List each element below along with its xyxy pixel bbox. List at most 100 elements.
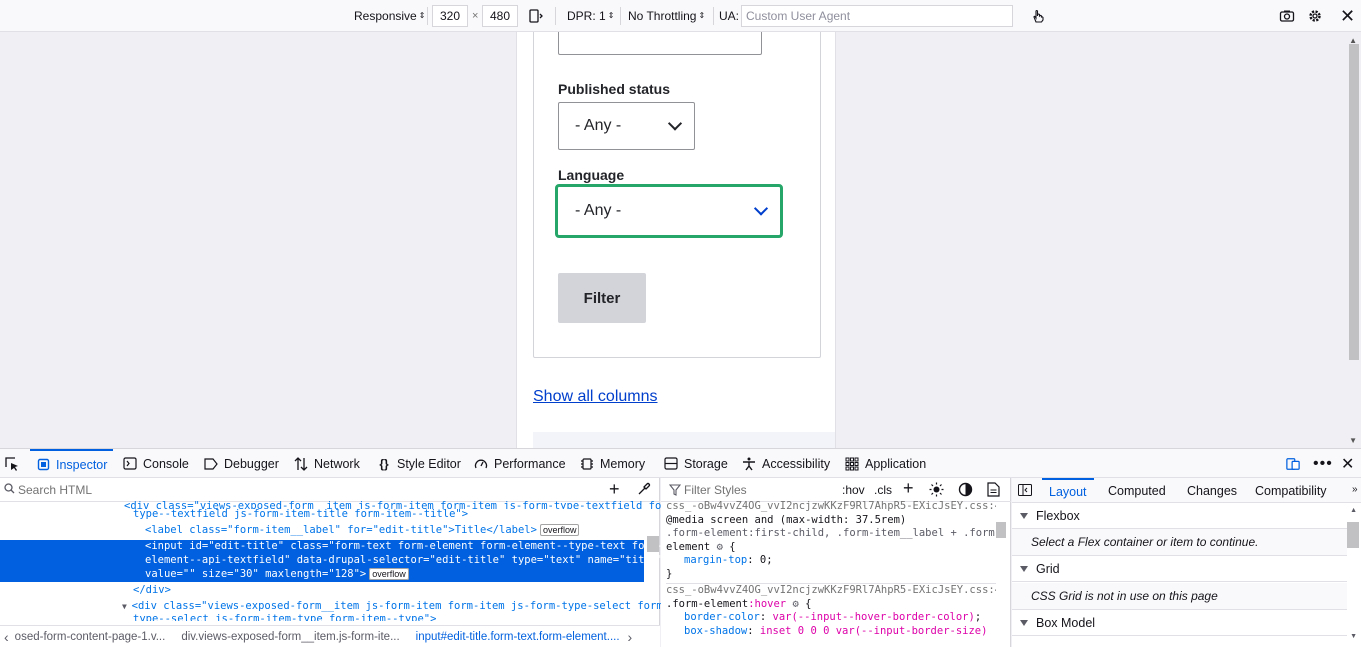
chevron-down-icon [753, 201, 769, 216]
breadcrumb-item[interactable]: osed-form-content-page-1.v... [15, 631, 166, 643]
overflow-badge[interactable]: overflow [539, 524, 580, 536]
tab-memory[interactable]: Memory [580, 449, 645, 478]
breadcrumb-item-current[interactable]: input#edit-title.form-text.form-element.… [416, 631, 620, 643]
close-rdm-button[interactable]: ✕ [1340, 0, 1355, 32]
expand-triangle-icon[interactable]: ▼ [122, 602, 132, 611]
viewport-width-input[interactable]: 320 [432, 5, 468, 27]
filter-styles-input[interactable]: Filter Styles [684, 483, 747, 497]
show-all-columns-link[interactable]: Show all columns [533, 388, 658, 406]
user-agent-input[interactable]: Custom User Agent [741, 5, 1013, 27]
print-media-toggle[interactable] [987, 482, 1000, 500]
plus-icon: + [903, 478, 914, 498]
application-grid-icon [845, 457, 859, 471]
rotate-viewport-button[interactable] [528, 0, 544, 32]
filter-icon [668, 484, 682, 499]
stylesheet-source-link[interactable]: css_-oBw4vvZ4OG_vvI2ncjzwKKzF9Rl7AhpR5-E… [666, 584, 996, 598]
tab-performance[interactable]: Performance [474, 449, 566, 478]
declaration[interactable]: box-shadow: inset 0 0 0 var(--input-bord… [666, 625, 996, 639]
layout-scrollbar[interactable] [1347, 522, 1359, 548]
throttling-selector[interactable]: No Throttling ⇕ [628, 0, 705, 32]
tab-inspector[interactable]: Inspector [30, 449, 114, 478]
more-tabs-icon[interactable]: » [1352, 484, 1358, 495]
tab-debugger[interactable]: Debugger [204, 449, 279, 478]
search-html-input[interactable]: Search HTML [18, 483, 92, 497]
layout-sidebar: Layout Computed Changes Compatibility » … [1012, 478, 1361, 647]
tab-accessibility[interactable]: Accessibility [742, 449, 830, 478]
add-rule-button[interactable]: + [903, 478, 914, 499]
tab-network[interactable]: Network [294, 449, 360, 478]
ua-label: UA: [719, 9, 740, 23]
toggle-sidebar-button[interactable] [1018, 484, 1032, 499]
viewport-height-input[interactable]: 480 [482, 5, 518, 27]
language-select[interactable]: - Any - [555, 184, 783, 238]
scroll-down-icon[interactable]: ▼ [1349, 436, 1357, 445]
light-theme-toggle[interactable] [929, 482, 944, 500]
height-value: 480 [489, 9, 511, 23]
touch-simulation-button[interactable] [1030, 0, 1046, 32]
divider [620, 7, 621, 25]
html-search-bar: Search HTML + [0, 478, 660, 502]
sidebar-tabbar: Layout Computed Changes Compatibility » [1012, 478, 1361, 503]
width-value: 320 [439, 9, 461, 23]
tab-storage[interactable]: Storage [664, 449, 728, 478]
pick-element-icon [5, 456, 18, 471]
tab-style-editor[interactable]: {} Style Editor [377, 449, 461, 478]
rule-selector[interactable]: .form-element:first-child, .form-item__l… [666, 527, 996, 541]
filter-button[interactable]: Filter [558, 273, 646, 323]
rdm-settings-button[interactable] [1307, 0, 1323, 32]
flexbox-section-header[interactable]: Flexbox [1012, 503, 1347, 529]
scroll-up-icon[interactable]: ▲ [1350, 507, 1357, 514]
tab-layout[interactable]: Layout [1042, 478, 1094, 503]
braces-icon: {} [379, 456, 389, 471]
stylesheet-source-link[interactable]: css_-oBw4vvZ4OG_vvI2ncjzwKKzF9Rl7AhpR5-E… [666, 500, 996, 514]
overflow-badge[interactable]: overflow [369, 568, 409, 580]
tab-changes[interactable]: Changes [1187, 478, 1237, 503]
box-model-section-header[interactable]: Box Model [1012, 610, 1347, 636]
rules-scrollbar[interactable] [996, 522, 1006, 538]
viewport-scrollbar[interactable] [1349, 44, 1359, 360]
hand-touch-icon [1033, 9, 1044, 23]
published-status-select[interactable]: - Any - [558, 102, 695, 150]
screenshot-button[interactable] [1279, 0, 1295, 32]
close-devtools-button[interactable]: ✕ [1341, 449, 1354, 478]
dpr-selector[interactable]: DPR: 1 ⇕ [567, 0, 614, 32]
markup-scrollbar[interactable] [647, 536, 659, 552]
document-icon [987, 482, 1000, 497]
add-node-button[interactable]: + [609, 479, 620, 500]
scroll-down-icon[interactable]: ▼ [1350, 633, 1357, 640]
markup-view: Search HTML + <div class="views-exposed-… [0, 478, 712, 647]
sun-icon [929, 482, 944, 497]
chevron-left-icon[interactable]: ‹ [4, 629, 9, 645]
devtools-tabbar: Inspector Console Debugger Network {} St… [0, 448, 1361, 478]
grid-section-header[interactable]: Grid [1012, 556, 1347, 582]
devtools-menu-button[interactable]: ••• [1313, 449, 1333, 478]
element-picker-button[interactable] [4, 449, 20, 478]
dark-theme-toggle[interactable] [958, 482, 973, 500]
inspector-icon [36, 458, 50, 472]
breadcrumb: ‹ osed-form-content-page-1.v... div.view… [0, 625, 660, 647]
hover-states-toggle[interactable]: :hov [842, 483, 865, 497]
title-input[interactable] [558, 32, 762, 55]
device-selector[interactable]: Responsive ⇕ [354, 0, 425, 32]
responsive-design-toolbar: Responsive ⇕ 320 × 480 DPR: 1 ⇕ No Throttl… [0, 0, 1361, 32]
device-label: Responsive [354, 9, 417, 23]
declaration[interactable]: border-color: var(--input--hover-border-… [666, 611, 996, 625]
rules-toolbar: Filter Styles :hov .cls + [661, 478, 1011, 502]
tab-console[interactable]: Console [123, 449, 189, 478]
gear-icon[interactable]: ⚙ [792, 598, 798, 610]
dpr-label: DPR: 1 [567, 9, 606, 23]
declaration[interactable]: margin-top: 0; [666, 554, 996, 568]
eyedropper-button[interactable] [637, 482, 651, 499]
table-header-strip [533, 432, 835, 448]
updown-icon: ⇕ [418, 11, 426, 20]
chevron-right-icon[interactable]: › [628, 629, 633, 645]
rule-selector-cont: element [666, 540, 711, 553]
breadcrumb-item[interactable]: div.views-exposed-form__item.js-form-ite… [181, 631, 399, 643]
toggle-rdm-button[interactable] [1286, 449, 1300, 478]
tab-computed[interactable]: Computed [1108, 478, 1166, 503]
rule-selector[interactable]: .form-element:hover ⚙ { [666, 598, 996, 612]
tab-compatibility[interactable]: Compatibility [1255, 478, 1327, 503]
class-toggle[interactable]: .cls [874, 483, 892, 497]
gear-icon[interactable]: ⚙ [717, 541, 723, 553]
tab-application[interactable]: Application [845, 449, 926, 478]
